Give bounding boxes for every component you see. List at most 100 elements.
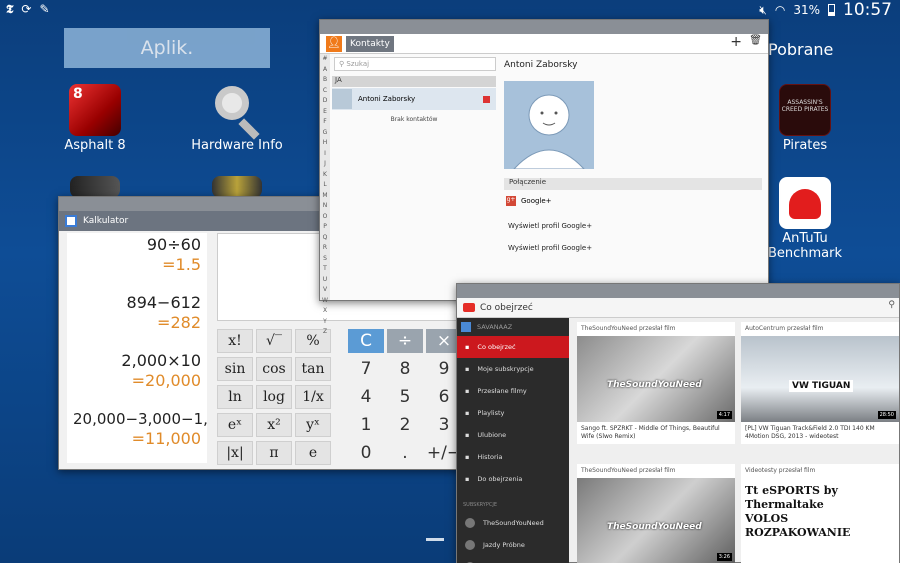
sci-key[interactable]: sin: [217, 357, 253, 381]
delete-icon[interactable]: 🗑︎: [749, 35, 762, 46]
contacts-window[interactable]: 👤︎ Kontakty + 🗑︎ # A B C D E F G H I J K L M N O P Q R S T U V…: [319, 19, 769, 335]
number-key[interactable]: 4: [348, 385, 384, 409]
number-key[interactable]: 1: [348, 413, 384, 437]
number-key[interactable]: 0: [348, 441, 384, 465]
nav-item[interactable]: ▪ Historia: [457, 446, 569, 468]
avatar: [332, 89, 352, 109]
contact-search[interactable]: ⚲ Szukaj: [334, 57, 496, 71]
alphabet-letter[interactable]: Q: [320, 233, 330, 244]
sci-key[interactable]: π: [256, 441, 292, 465]
apps-tab[interactable]: Aplik.: [64, 28, 270, 68]
alphabet-letter[interactable]: Z: [320, 327, 330, 338]
video-card[interactable]: AutoCentrum przesłał film VW TIGUAN 28:50 […: [741, 322, 899, 444]
sci-key[interactable]: 1/x: [295, 385, 331, 409]
youtube-window[interactable]: Co obejrzeć ⚲ SAVANAAZ ▪ Co obejrzeć ▪ Moje…: [456, 283, 900, 563]
add-icon[interactable]: +: [730, 34, 742, 50]
alphabet-letter[interactable]: D: [320, 96, 330, 107]
nav-item[interactable]: ▪ Co obejrzeć: [457, 336, 569, 358]
app-asphalt-8[interactable]: 8 Asphalt 8: [40, 84, 150, 153]
number-key[interactable]: 7: [348, 357, 384, 381]
video-channel[interactable]: AutoCentrum przesłał film: [741, 322, 899, 336]
google-plus-row[interactable]: g+ Google+: [506, 196, 552, 206]
contact-row[interactable]: Antoni Zaborsky: [332, 88, 496, 110]
alphabet-letter[interactable]: F: [320, 117, 330, 128]
number-key[interactable]: 2: [387, 413, 423, 437]
video-channel[interactable]: TheSoundYouNeed przesłał film: [577, 322, 735, 336]
nav-item[interactable]: ▪ Ulubione: [457, 424, 569, 446]
youtube-titlebar[interactable]: Co obejrzeć ⚲: [457, 298, 899, 318]
app-hardware-info[interactable]: Hardware Info: [182, 84, 292, 153]
sci-key[interactable]: x!: [217, 329, 253, 353]
clear-button[interactable]: C: [348, 329, 384, 353]
window-frame-bar[interactable]: [457, 284, 899, 298]
nav-item[interactable]: ▪ Moje subskrypcje: [457, 358, 569, 380]
video-card[interactable]: Videotesty przesłał film Tt eSPORTS by Th…: [741, 464, 899, 563]
alphabet-letter[interactable]: P: [320, 222, 330, 233]
alphabet-letter[interactable]: H: [320, 138, 330, 149]
view-profile-link[interactable]: Wyświetl profil Google+: [508, 222, 592, 230]
alphabet-letter[interactable]: X: [320, 306, 330, 317]
number-key[interactable]: 5: [387, 385, 423, 409]
sci-key[interactable]: log: [256, 385, 292, 409]
sci-key[interactable]: eˣ: [217, 413, 253, 437]
alphabet-letter[interactable]: R: [320, 243, 330, 254]
subscription-item[interactable]: Jazdy Próbne: [457, 534, 569, 556]
sci-key[interactable]: |x|: [217, 441, 253, 465]
window-frame-bar[interactable]: [320, 20, 768, 34]
alphabet-letter[interactable]: I: [320, 149, 330, 160]
alphabet-letter[interactable]: V: [320, 285, 330, 296]
view-profile-link[interactable]: Wyświetl profil Google+: [508, 244, 592, 252]
alphabet-letter[interactable]: G: [320, 128, 330, 139]
video-title[interactable]: Sango ft. SPZRKT - Middle Of Things, Bea…: [577, 422, 735, 444]
downloads-tab[interactable]: Pobrane: [768, 40, 833, 59]
contacts-titlebar[interactable]: 👤︎ Kontakty + 🗑︎: [320, 34, 768, 54]
alphabet-letter[interactable]: U: [320, 275, 330, 286]
alphabet-letter[interactable]: O: [320, 212, 330, 223]
battery-percent: 31%: [793, 3, 820, 17]
number-key[interactable]: 8: [387, 357, 423, 381]
sci-key[interactable]: x²: [256, 413, 292, 437]
video-thumbnail[interactable]: VW TIGUAN 28:50: [741, 336, 899, 422]
search-input[interactable]: Szukaj: [346, 60, 369, 68]
alphabet-letter[interactable]: C: [320, 86, 330, 97]
video-channel[interactable]: TheSoundYouNeed przesłał film: [577, 464, 735, 478]
sci-key[interactable]: tan: [295, 357, 331, 381]
video-card[interactable]: TheSoundYouNeed przesłał film TheSoundYou…: [577, 464, 735, 563]
subscription-item[interactable]: TheSoundYouNeed: [457, 512, 569, 534]
alphabet-letter[interactable]: M: [320, 191, 330, 202]
alphabet-letter[interactable]: A: [320, 65, 330, 76]
app-robot[interactable]: [212, 176, 262, 198]
sci-key[interactable]: cos: [256, 357, 292, 381]
alphabet-letter[interactable]: B: [320, 75, 330, 86]
alphabet-letter[interactable]: #: [320, 54, 330, 65]
number-key[interactable]: ÷: [387, 329, 423, 353]
alphabet-letter[interactable]: N: [320, 201, 330, 212]
video-title[interactable]: [PL] VW Tiguan Track&Field 2.0 TDI 140 K…: [741, 422, 899, 444]
alphabet-letter[interactable]: K: [320, 170, 330, 181]
video-thumbnail[interactable]: Tt eSPORTS by Thermaltake VOLOS ROZPAKOW…: [741, 478, 899, 563]
alphabet-letter[interactable]: Y: [320, 317, 330, 328]
alphabet-letter[interactable]: J: [320, 159, 330, 170]
sci-key[interactable]: ln: [217, 385, 253, 409]
video-channel[interactable]: Videotesty przesłał film: [741, 464, 899, 478]
video-card[interactable]: TheSoundYouNeed przesłał film TheSoundYou…: [577, 322, 735, 444]
alphabet-index[interactable]: # A B C D E F G H I J K L M N O P Q R S T U V W X Y Z: [320, 54, 330, 335]
alphabet-letter[interactable]: W: [320, 296, 330, 307]
nav-item[interactable]: ▪ Playlisty: [457, 402, 569, 424]
video-thumbnail[interactable]: TheSoundYouNeed 3:26: [577, 478, 735, 563]
video-thumbnail[interactable]: TheSoundYouNeed 4:17: [577, 336, 735, 422]
subscription-item[interactable]: The Rolling Jointz: [457, 556, 569, 563]
search-icon[interactable]: ⚲: [888, 300, 895, 310]
number-key[interactable]: .: [387, 441, 423, 465]
alphabet-letter[interactable]: S: [320, 254, 330, 265]
nav-item[interactable]: ▪ Przesłane filmy: [457, 380, 569, 402]
alphabet-letter[interactable]: L: [320, 180, 330, 191]
nav-item[interactable]: ▪ Do obejrzenia: [457, 468, 569, 490]
app-fast-furious[interactable]: [70, 176, 120, 198]
sci-key[interactable]: √‾: [256, 329, 292, 353]
sci-key[interactable]: yˣ: [295, 413, 331, 437]
alphabet-letter[interactable]: E: [320, 107, 330, 118]
contacts-app-icon: 👤︎: [326, 35, 342, 52]
alphabet-letter[interactable]: T: [320, 264, 330, 275]
sci-key[interactable]: e: [295, 441, 331, 465]
